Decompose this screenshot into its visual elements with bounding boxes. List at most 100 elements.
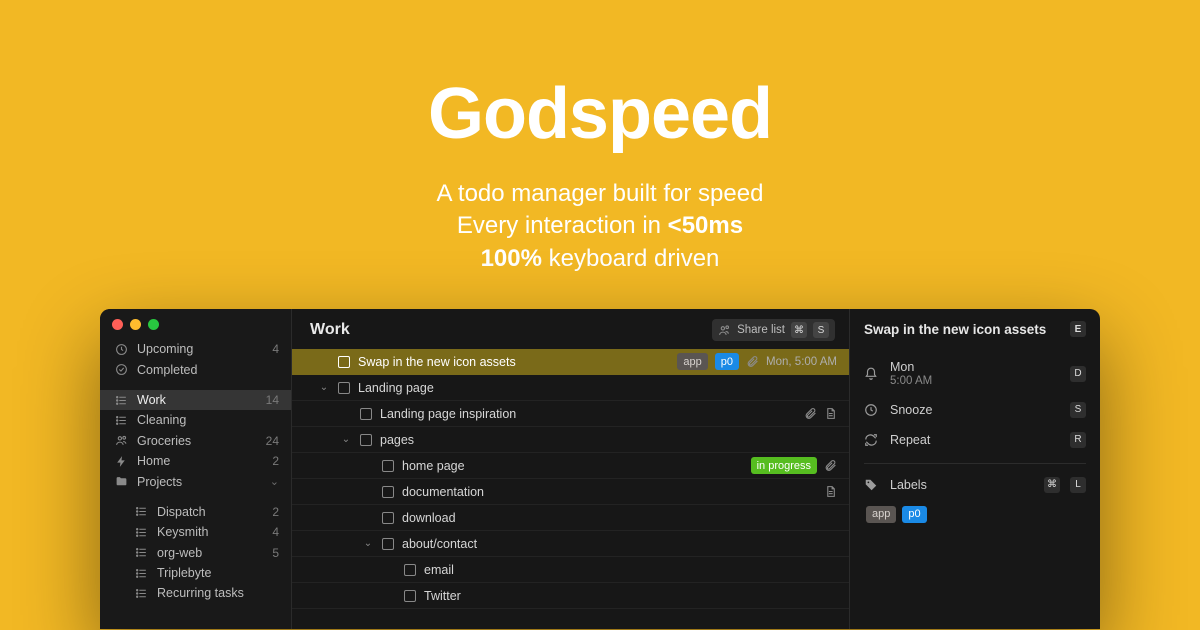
share-label: Share list bbox=[737, 324, 785, 336]
details-panel: Swap in the new icon assets E Mon 5:00 A… bbox=[850, 309, 1100, 629]
sidebar-item-count: 2 bbox=[272, 505, 279, 519]
kbd-s: S bbox=[813, 322, 829, 338]
checkbox[interactable] bbox=[360, 408, 372, 420]
task-row[interactable]: Landing page inspiration bbox=[292, 401, 849, 427]
app-window: Upcoming4Completed Work14CleaningGroceri… bbox=[100, 309, 1100, 629]
task-row[interactable]: email bbox=[292, 557, 849, 583]
task-row[interactable]: ⌄ Landing page bbox=[292, 375, 849, 401]
sidebar-item-home[interactable]: Home2 bbox=[100, 451, 291, 471]
sidebar-item-label: Completed bbox=[137, 363, 197, 377]
task-title: Landing page bbox=[358, 381, 829, 395]
sidebar-item-label: Keysmith bbox=[157, 525, 208, 539]
sidebar-item-triplebyte[interactable]: Triplebyte bbox=[100, 563, 291, 583]
hero-tagline: A todo manager built for speed Every int… bbox=[428, 178, 772, 275]
sidebar-item-label: org-web bbox=[157, 546, 202, 560]
zoom-window-icon[interactable] bbox=[148, 319, 159, 330]
share-list-button[interactable]: Share list ⌘ S bbox=[712, 319, 835, 341]
check-icon bbox=[114, 363, 128, 376]
task-row[interactable]: ⌄pages bbox=[292, 427, 849, 453]
sidebar-item-projects[interactable]: Projects ⌄ bbox=[100, 471, 291, 491]
sidebar: Upcoming4Completed Work14CleaningGroceri… bbox=[100, 309, 292, 629]
checkbox[interactable] bbox=[382, 486, 394, 498]
task-row[interactable]: home page in progress bbox=[292, 453, 849, 479]
chevron-down-icon: ⌄ bbox=[270, 475, 279, 488]
sidebar-item-keysmith[interactable]: Keysmith4 bbox=[100, 522, 291, 542]
sidebar-item-label: Work bbox=[137, 393, 166, 407]
sidebar-item-label: Groceries bbox=[137, 434, 191, 448]
details-snooze[interactable]: Snooze S bbox=[864, 395, 1086, 425]
kbd-cmd: ⌘ bbox=[791, 322, 807, 338]
kbd-cmd: ⌘ bbox=[1044, 477, 1060, 493]
kbd-d: D bbox=[1070, 366, 1086, 382]
disclosure-icon[interactable]: ⌄ bbox=[340, 434, 352, 445]
list-icon bbox=[134, 567, 148, 580]
task-list: Swap in the new icon assets app p0 Mon, 5:0… bbox=[292, 349, 849, 629]
attachment-icon bbox=[746, 355, 759, 368]
list-icon bbox=[134, 505, 148, 518]
list-icon bbox=[114, 394, 128, 407]
checkbox[interactable] bbox=[360, 434, 372, 446]
task-row[interactable]: Swap in the new icon assets app p0 Mon, 5:0… bbox=[292, 349, 849, 375]
list-icon bbox=[134, 587, 148, 600]
sidebar-item-label: Projects bbox=[137, 475, 182, 489]
sidebar-item-upcoming[interactable]: Upcoming 4 bbox=[100, 339, 291, 359]
label-pill[interactable]: app bbox=[866, 506, 896, 523]
kbd-r: R bbox=[1070, 432, 1086, 448]
sidebar-item-work[interactable]: Work14 bbox=[100, 390, 291, 410]
task-title: email bbox=[424, 563, 829, 577]
clock-icon bbox=[114, 343, 128, 356]
checkbox[interactable] bbox=[404, 590, 416, 602]
list-icon bbox=[134, 546, 148, 559]
task-row[interactable]: documentation bbox=[292, 479, 849, 505]
checkbox[interactable] bbox=[338, 382, 350, 394]
window-controls[interactable] bbox=[112, 319, 159, 330]
kbd-edit: E bbox=[1070, 321, 1086, 337]
due-date: Mon, 5:00 AM bbox=[766, 356, 837, 368]
sidebar-item-recurring-tasks[interactable]: Recurring tasks bbox=[100, 583, 291, 603]
task-row[interactable]: download bbox=[292, 505, 849, 531]
checkbox[interactable] bbox=[338, 356, 350, 368]
attachment-icon bbox=[804, 407, 817, 420]
note-icon bbox=[824, 407, 837, 420]
sidebar-item-completed[interactable]: Completed bbox=[100, 360, 291, 380]
task-title: Swap in the new icon assets bbox=[358, 355, 669, 369]
sidebar-item-count: 5 bbox=[272, 546, 279, 560]
label-pill[interactable]: p0 bbox=[902, 506, 926, 523]
clock-icon bbox=[864, 403, 880, 417]
checkbox[interactable] bbox=[382, 538, 394, 550]
label-pill[interactable]: p0 bbox=[715, 353, 739, 370]
label-pill[interactable]: in progress bbox=[751, 457, 817, 474]
task-row[interactable]: Twitter bbox=[292, 583, 849, 609]
checkbox[interactable] bbox=[382, 512, 394, 524]
list-title: Work bbox=[310, 321, 350, 339]
task-title: home page bbox=[402, 459, 743, 473]
list-header: Work Share list ⌘ S bbox=[292, 309, 849, 349]
disclosure-icon[interactable]: ⌄ bbox=[362, 538, 374, 549]
sidebar-item-org-web[interactable]: org-web 5 bbox=[100, 543, 291, 563]
share-icon bbox=[718, 324, 731, 337]
task-title: download bbox=[402, 511, 829, 525]
sidebar-item-label: Upcoming bbox=[137, 342, 193, 356]
task-title: Landing page inspiration bbox=[380, 407, 796, 421]
details-labels-heading[interactable]: Labels ⌘ L bbox=[864, 470, 1086, 500]
sidebar-item-count: 4 bbox=[272, 342, 279, 356]
sidebar-item-label: Dispatch bbox=[157, 505, 206, 519]
disclosure-icon[interactable]: ⌄ bbox=[318, 382, 330, 393]
close-window-icon[interactable] bbox=[112, 319, 123, 330]
details-repeat[interactable]: Repeat R bbox=[864, 425, 1086, 455]
sidebar-item-groceries[interactable]: Groceries 24 bbox=[100, 431, 291, 451]
sidebar-item-count: 24 bbox=[266, 434, 279, 448]
kbd-l: L bbox=[1070, 477, 1086, 493]
details-date[interactable]: Mon 5:00 AM D bbox=[864, 353, 1086, 395]
checkbox[interactable] bbox=[382, 460, 394, 472]
label-pill[interactable]: app bbox=[677, 353, 707, 370]
kbd-s: S bbox=[1070, 402, 1086, 418]
sidebar-item-label: Recurring tasks bbox=[157, 586, 244, 600]
minimize-window-icon[interactable] bbox=[130, 319, 141, 330]
sidebar-item-cleaning[interactable]: Cleaning bbox=[100, 410, 291, 430]
main-panel: Work Share list ⌘ S Swap in the new icon… bbox=[292, 309, 850, 629]
sidebar-item-dispatch[interactable]: Dispatch 2 bbox=[100, 502, 291, 522]
bell-icon bbox=[864, 367, 880, 381]
checkbox[interactable] bbox=[404, 564, 416, 576]
task-row[interactable]: ⌄about/contact bbox=[292, 531, 849, 557]
